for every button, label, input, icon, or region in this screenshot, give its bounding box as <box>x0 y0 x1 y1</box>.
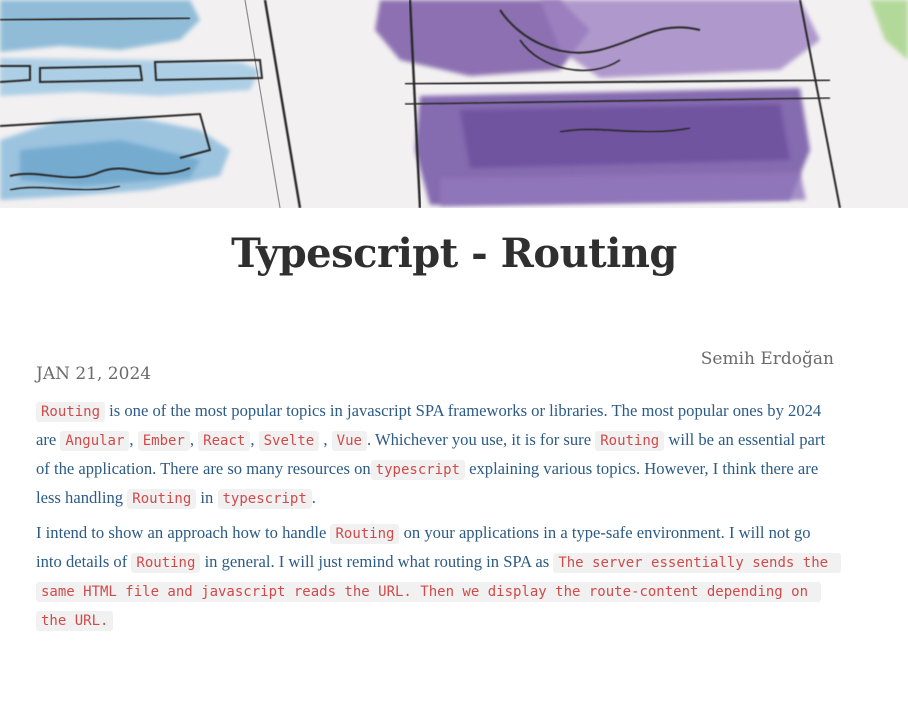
inline-code: Routing <box>595 431 665 451</box>
post-title: Typescript - Routing <box>231 230 677 277</box>
inline-code: Routing <box>131 553 201 573</box>
inline-code: Routing <box>36 402 106 422</box>
inline-code: Ember <box>137 431 190 451</box>
inline-code: React <box>198 431 251 451</box>
author-name[interactable]: Semih Erdoğan <box>701 349 834 369</box>
inline-code: Svelte <box>258 431 320 451</box>
text-run: . Whichever you use, it is for sure <box>366 430 596 449</box>
text-run: , <box>129 430 138 449</box>
inline-code: Routing <box>330 524 400 544</box>
inline-code: typescript <box>370 460 465 480</box>
post-meta: Semih Erdoğan JAN 21, 2024 <box>0 277 908 397</box>
text-run: in <box>196 488 218 507</box>
inline-code: typescript <box>217 489 312 509</box>
text-run: . <box>311 488 316 507</box>
post-date: JAN 21, 2024 <box>36 364 152 384</box>
inline-code: Vue <box>331 431 367 451</box>
text-run: , <box>189 430 199 449</box>
text-run: in general. I will just remind what rout… <box>200 552 554 571</box>
hero-image <box>0 0 908 208</box>
text-run: I intend to show an approach how to hand… <box>36 523 331 542</box>
text-run: , <box>319 430 332 449</box>
text-run: , <box>250 430 259 449</box>
paragraph-1: Routing is one of the most popular topic… <box>36 397 838 513</box>
paragraph-2: I intend to show an approach how to hand… <box>36 519 842 635</box>
watercolor-wireframe-illustration-icon <box>0 0 908 208</box>
article-body: Routing is one of the most popular topic… <box>0 397 908 635</box>
inline-code: Angular <box>60 431 130 451</box>
inline-code: Routing <box>127 489 197 509</box>
